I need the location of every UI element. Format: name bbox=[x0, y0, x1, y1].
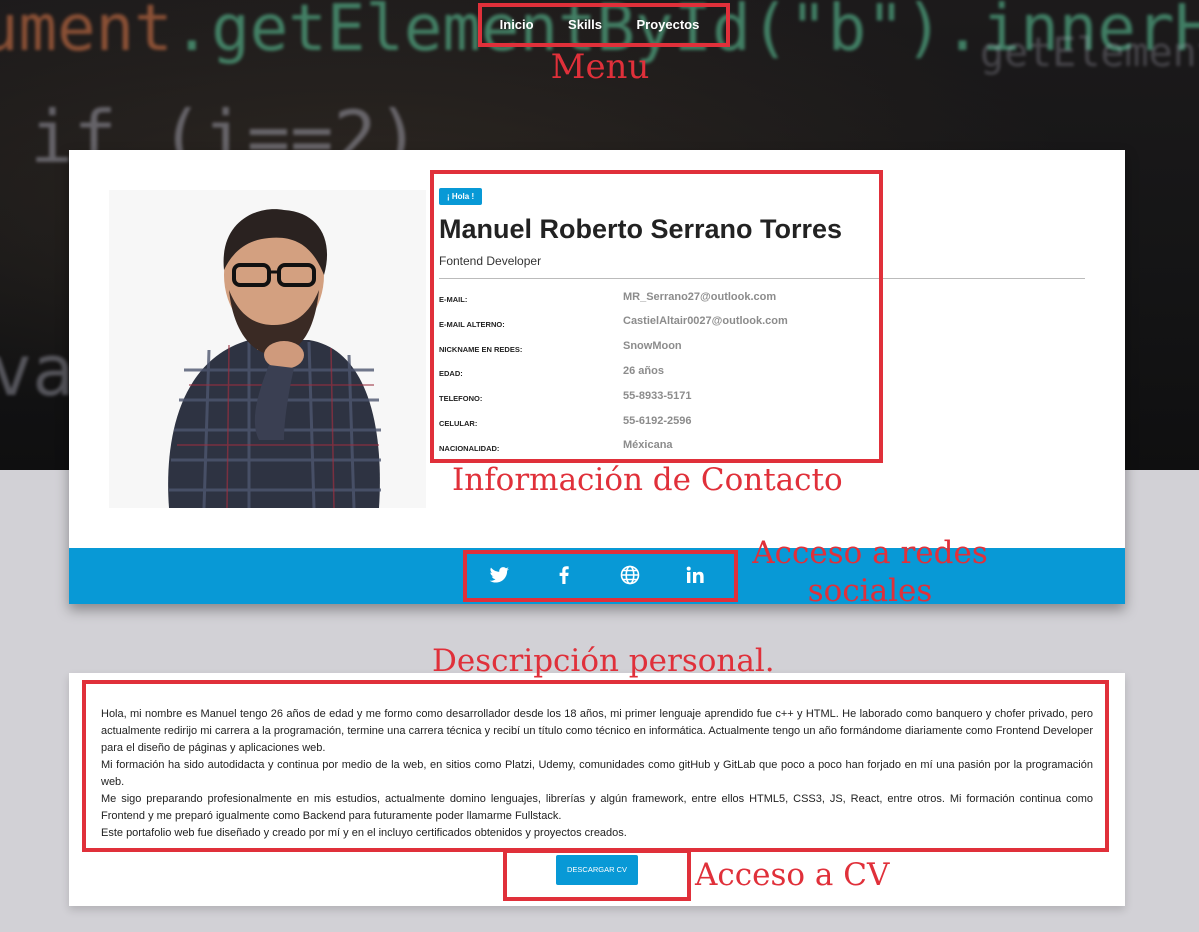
annotation-box-menu bbox=[478, 3, 730, 47]
hero-code-line: getElement bbox=[980, 30, 1199, 76]
annotation-label-cv: Acceso a CV bbox=[695, 857, 890, 893]
annotation-label-description: Descripción personal. bbox=[432, 643, 775, 679]
annotation-label-social: Acceso a redes sociales bbox=[752, 535, 988, 609]
annotation-box-social bbox=[463, 550, 738, 602]
annotation-box-description bbox=[82, 680, 1109, 852]
person-illustration bbox=[168, 209, 381, 509]
annotation-box-cv bbox=[503, 849, 691, 901]
profile-photo bbox=[109, 190, 426, 509]
annotation-box-contact bbox=[430, 170, 883, 463]
annotation-label-contact: Información de Contacto bbox=[452, 462, 843, 498]
annotation-label-menu: Menu bbox=[550, 47, 650, 87]
hero-code-line: va bbox=[0, 330, 75, 412]
